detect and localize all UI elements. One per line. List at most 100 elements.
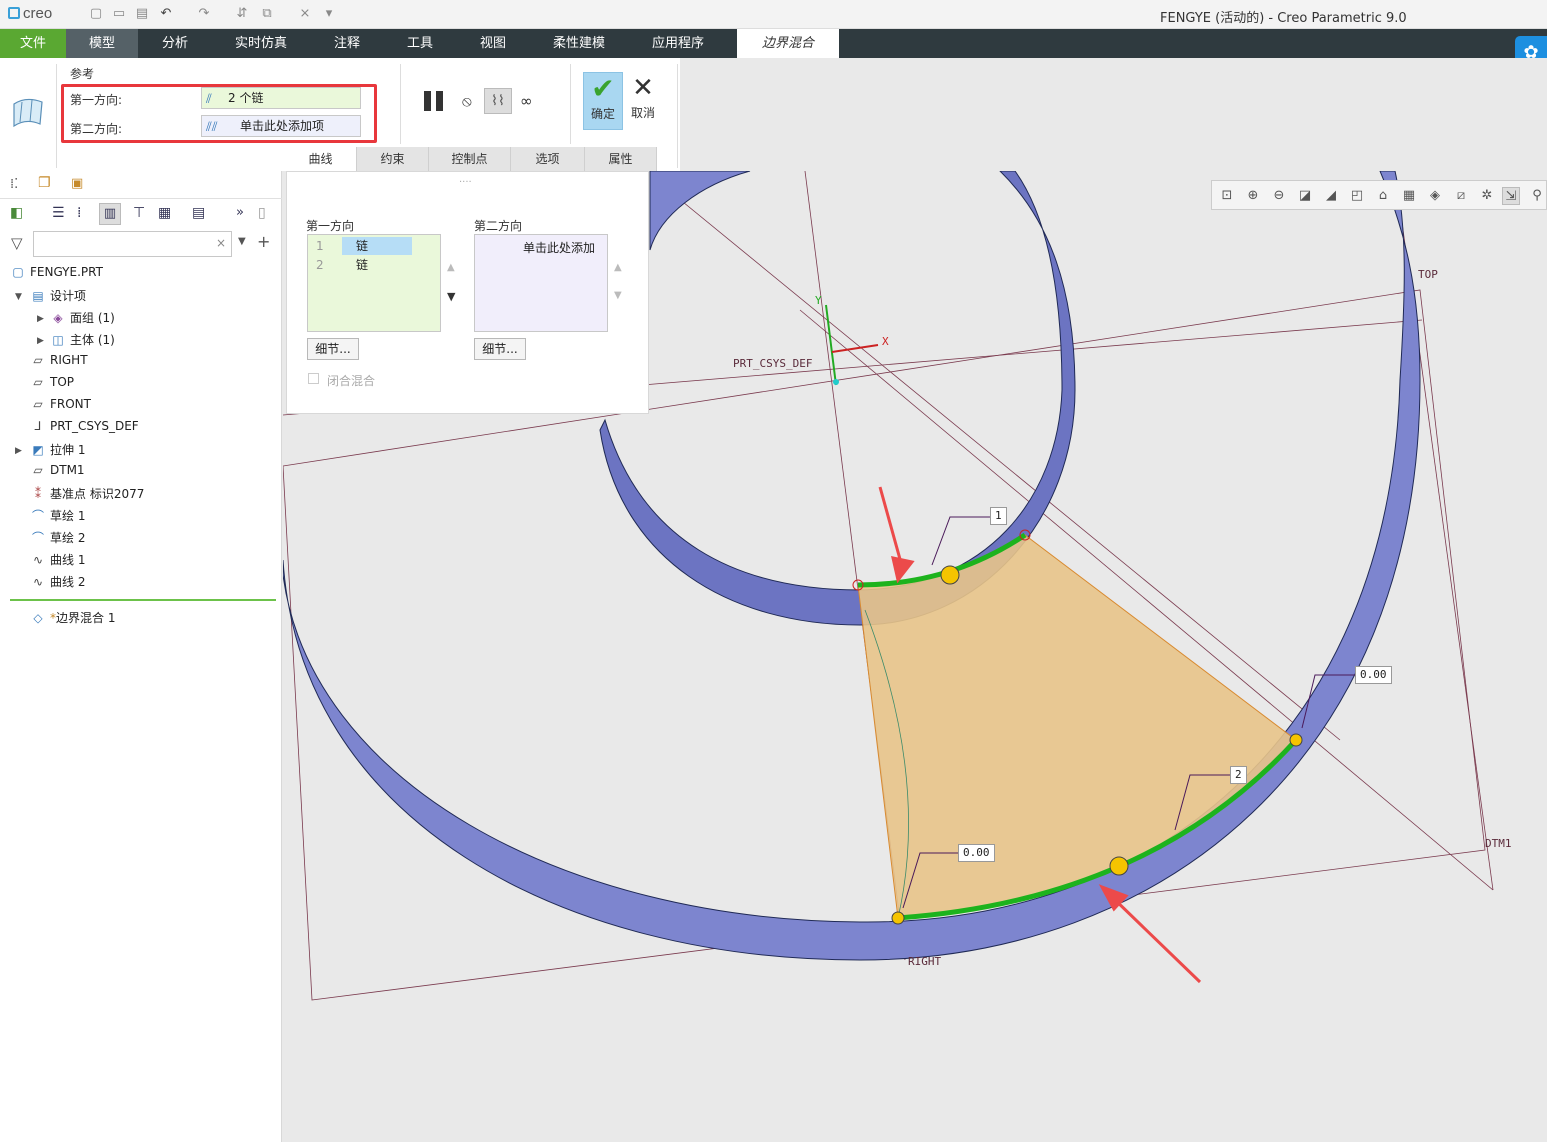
cancel-button[interactable]: ✕ 取消 [625, 72, 661, 130]
dir1-list[interactable]: 1 链 2 链 [307, 234, 441, 332]
tab-constraints[interactable]: 约束 [357, 147, 429, 171]
show-icon[interactable]: ▦ [158, 205, 171, 221]
repaint-icon[interactable]: ◪ [1296, 187, 1314, 205]
tree-item-quilt[interactable]: ◈ 面组 (1) [50, 309, 114, 326]
tab-model[interactable]: 模型 [66, 29, 138, 58]
section-icon[interactable]: ◈ [1426, 187, 1444, 205]
tab-properties[interactable]: 属性 [585, 147, 657, 171]
glasses-icon[interactable]: ∞ [520, 92, 533, 110]
dropdown-icon[interactable]: ▼ [238, 236, 246, 247]
tab-file[interactable]: 文件 [0, 29, 66, 58]
tree-item-sketch1[interactable]: ⌒ 草绘 1 [30, 507, 85, 524]
save-icon[interactable]: ▤ [134, 6, 150, 22]
add-icon[interactable]: + [257, 232, 270, 251]
tab-boundary-blend[interactable]: 边界混合 [737, 29, 839, 58]
cube-icon[interactable]: ◧ [10, 205, 23, 221]
collapse-icon[interactable]: ▼ [15, 292, 22, 302]
tree-item-design-items[interactable]: ▤ 设计项 [30, 287, 86, 304]
tangent-dim-2[interactable]: 0.00 [958, 844, 995, 862]
windows-icon[interactable]: ⧉ [259, 6, 275, 22]
move-up-icon[interactable]: ▲ [614, 262, 622, 273]
endpoint[interactable] [1289, 733, 1303, 747]
tree-item-top[interactable]: ▱ TOP [30, 375, 74, 389]
layer-icon[interactable]: ▤ [192, 205, 205, 221]
expand-icon[interactable]: ▶ [37, 314, 44, 324]
tab-curves[interactable]: 曲线 [285, 147, 357, 171]
new-file-icon[interactable]: ▢ [88, 6, 104, 22]
pause-icon[interactable] [424, 91, 446, 111]
undo-icon[interactable]: ↶ [158, 6, 174, 22]
redo-icon[interactable]: ↷ [196, 6, 212, 22]
document-icon[interactable]: ▯ [258, 205, 266, 221]
geometry-preview-icon[interactable]: ⌇⌇ [484, 88, 512, 114]
ok-button[interactable]: ✔ 确定 [583, 72, 623, 130]
tree-item-front[interactable]: ▱ FRONT [30, 397, 91, 411]
tree-search-input[interactable]: × [33, 231, 232, 257]
spin-center-icon[interactable]: ⇲ [1502, 187, 1520, 205]
more-icon[interactable]: » [236, 205, 244, 220]
dir2-list[interactable]: 单击此处添加 [474, 234, 608, 332]
tree-item-body[interactable]: ◫ 主体 (1) [50, 331, 115, 348]
chain-2-label[interactable]: 2 [1230, 766, 1247, 784]
zoom-in-icon[interactable]: ⊕ [1244, 187, 1262, 205]
dir2-collector[interactable]: ⫽⫽ 单击此处添加项 [201, 115, 361, 137]
move-down-icon[interactable]: ▼ [614, 290, 622, 301]
zoom-out-icon[interactable]: ⊖ [1270, 187, 1288, 205]
open-file-icon[interactable]: ▭ [111, 6, 127, 22]
view-manager-icon[interactable]: ▦ [1400, 187, 1418, 205]
tree-item-curve2[interactable]: ∿ 曲线 2 [30, 573, 85, 590]
move-up-icon[interactable]: ▲ [447, 262, 455, 273]
annotation-display-icon[interactable]: ✲ [1478, 187, 1496, 205]
perspective-icon[interactable]: ◢ [1322, 187, 1340, 205]
more-view-icon[interactable]: ⚲ [1528, 187, 1546, 205]
closed-blend-checkbox[interactable] [308, 373, 319, 384]
expand-icon[interactable]: ▶ [15, 446, 22, 456]
grip-icon[interactable]: .... [459, 174, 472, 185]
tab-flexible-modeling[interactable]: 柔性建模 [538, 29, 620, 58]
customize-qat-icon[interactable]: ▾ [321, 6, 337, 22]
move-down-icon[interactable]: ▼ [447, 290, 455, 303]
close-window-icon[interactable]: ⨯ [297, 6, 313, 22]
tree-root[interactable]: ▢ FENGYE.PRT [10, 265, 103, 279]
regenerate-icon[interactable]: ⇵ [234, 6, 250, 22]
tree-item-boundary-blend[interactable]: ◇ *边界混合 1 [30, 609, 115, 626]
dir2-details-button[interactable]: 细节... [474, 338, 526, 360]
tab-annotate[interactable]: 注释 [312, 29, 382, 58]
tree-settings-icon[interactable]: ▥ [99, 203, 121, 225]
tree-item-sketch2[interactable]: ⌒ 草绘 2 [30, 529, 85, 546]
tab-options[interactable]: 选项 [511, 147, 585, 171]
expand-icon[interactable]: ▶ [37, 336, 44, 346]
chain-1-label[interactable]: 1 [990, 507, 1007, 525]
tab-view[interactable]: 视图 [458, 29, 528, 58]
dir1-details-button[interactable]: 细节... [307, 338, 359, 360]
tree-filter-icon[interactable]: ⊤ [133, 205, 145, 221]
tree-item-datum-point[interactable]: ⁑ 基准点 标识2077 [30, 485, 144, 502]
tab-analysis[interactable]: 分析 [140, 29, 210, 58]
favorites-icon[interactable]: ▣ [71, 176, 83, 191]
datum-display-icon[interactable]: ⧄ [1452, 187, 1470, 205]
tree-item-csys[interactable]: ⅃ PRT_CSYS_DEF [30, 419, 139, 433]
chain-2-handle[interactable] [1109, 856, 1129, 876]
dir1-collector[interactable]: ⫽ 2 个链 [201, 87, 361, 109]
model-tree-tab-icon[interactable]: ⁞⁚ [10, 177, 18, 192]
tree-list-icon[interactable]: ☰ [52, 205, 65, 221]
endpoint[interactable] [891, 911, 905, 925]
tree-item-curve1[interactable]: ∿ 曲线 1 [30, 551, 85, 568]
refit-icon[interactable]: ⊡ [1218, 187, 1236, 205]
tab-tools[interactable]: 工具 [385, 29, 455, 58]
insert-indicator[interactable] [10, 599, 276, 601]
tab-control-points[interactable]: 控制点 [429, 147, 511, 171]
display-style-icon[interactable]: ◰ [1348, 187, 1366, 205]
list-item[interactable]: 2 链 [308, 256, 412, 274]
no-preview-icon[interactable]: ⦸ [462, 92, 472, 110]
tree-item-extrude[interactable]: ◩ 拉伸 1 [30, 441, 85, 458]
folder-browser-icon[interactable]: ❐ [38, 175, 51, 191]
clear-icon[interactable]: × [216, 236, 226, 250]
chain-1-handle[interactable] [940, 565, 960, 585]
tab-simulation[interactable]: 实时仿真 [220, 29, 302, 58]
tree-item-right[interactable]: ▱ RIGHT [30, 353, 87, 367]
tree-columns-icon[interactable]: ⁞ [77, 205, 81, 221]
tree-item-dtm1[interactable]: ▱ DTM1 [30, 463, 84, 477]
tab-applications[interactable]: 应用程序 [636, 29, 720, 58]
list-item[interactable]: 1 链 [308, 237, 412, 255]
